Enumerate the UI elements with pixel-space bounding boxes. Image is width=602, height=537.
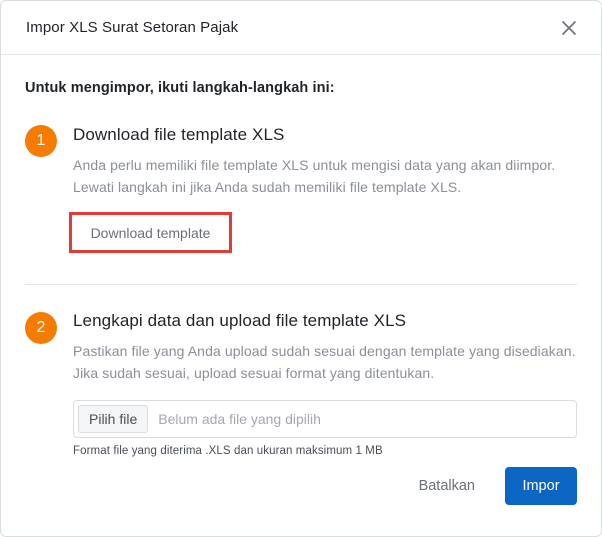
file-placeholder: Belum ada file yang dipilih [158,411,321,427]
step-title: Download file template XLS [73,125,285,144]
divider [25,284,577,285]
close-icon [562,20,576,35]
import-button[interactable]: Impor [505,467,577,505]
dialog-header: Impor XLS Surat Setoran Pajak [1,1,601,55]
step-number-badge: 2 [25,312,57,344]
step-description: Anda perlu memiliki file template XLS un… [73,157,556,195]
download-template-highlight: Download template [69,212,232,253]
import-dialog: Impor XLS Surat Setoran Pajak Untuk meng… [0,0,602,537]
file-format-hint: Format file yang diterima .XLS dan ukura… [73,445,383,457]
step-download: 1 Download file template XLS Anda perlu … [25,125,577,253]
step-title: Lengkapi data dan upload file template X… [73,311,407,330]
step-description: Pastikan file yang Anda upload sudah ses… [73,343,576,381]
choose-file-button[interactable]: Pilih file [78,405,149,433]
dialog-title: Impor XLS Surat Setoran Pajak [26,19,239,36]
cancel-button[interactable]: Batalkan [419,478,475,494]
dialog-footer: Batalkan Impor [419,467,577,505]
file-input[interactable]: Pilih file Belum ada file yang dipilih [73,400,577,438]
step-upload: 2 Lengkapi data dan upload file template… [25,311,577,457]
download-template-button[interactable]: Download template [91,225,211,241]
step-number-badge: 1 [25,125,57,157]
dialog-body: Untuk mengimpor, ikuti langkah-langkah i… [1,80,601,457]
close-button[interactable] [559,18,579,38]
intro-text: Untuk mengimpor, ikuti langkah-langkah i… [25,80,335,96]
